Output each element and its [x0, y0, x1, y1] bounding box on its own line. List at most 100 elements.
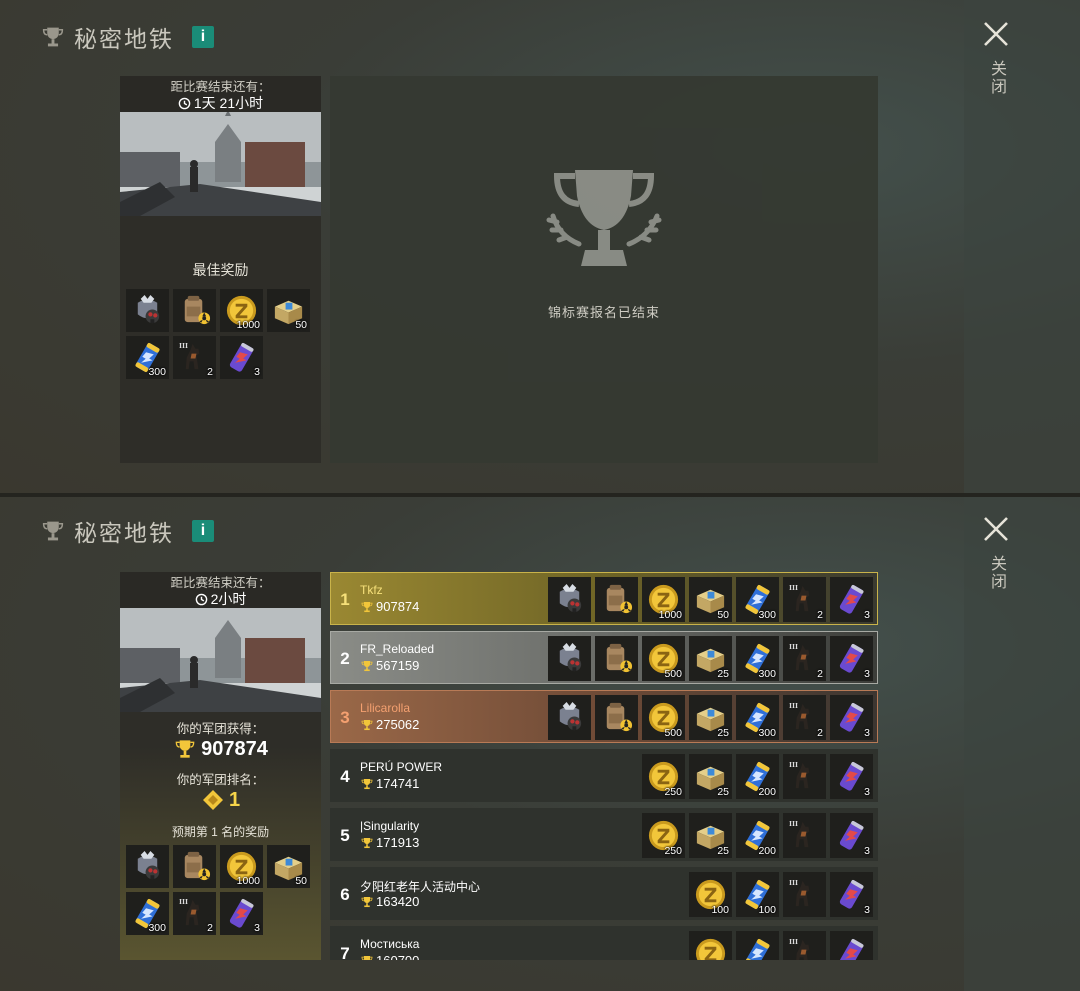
reward-slot[interactable]: 300 — [736, 695, 779, 740]
leaderboard-row[interactable]: 5 |Singularity 171913 250 25 200 3 — [330, 808, 878, 861]
info-button[interactable]: i — [192, 26, 214, 48]
reward-slot[interactable] — [783, 872, 826, 917]
reward-slot[interactable]: 25 — [689, 695, 732, 740]
close-button-label[interactable]: 关闭 — [984, 60, 1008, 96]
reward-slot[interactable]: 300 — [736, 577, 779, 622]
reward-slot[interactable]: 200 — [736, 754, 779, 799]
reward-quantity: 3 — [864, 727, 870, 739]
reward-slot[interactable]: 250 — [642, 754, 685, 799]
reward-slot[interactable]: 3 — [830, 636, 873, 681]
reward-slot[interactable]: 3 — [830, 813, 873, 858]
reward-quantity: 100 — [711, 904, 729, 916]
reward-slot[interactable] — [173, 289, 216, 332]
reward-slot[interactable] — [548, 577, 591, 622]
leaderboard-row[interactable]: 2 FR_Reloaded 567159 500 25 300 2 3 — [330, 631, 878, 684]
trophy-icon — [360, 954, 374, 961]
reward-slot[interactable] — [595, 636, 638, 681]
row-rewards: 250 25 200 3 — [642, 754, 873, 799]
leaderboard-row[interactable]: 3 Lilicarolla 275062 500 25 300 2 3 — [330, 690, 878, 743]
gasmask-armor-icon — [552, 700, 587, 735]
reward-quantity: 3 — [254, 366, 260, 378]
event-info-card: 距比赛结束还有： 1天 21小时 最佳奖励 1000 50 300 2 3 — [120, 76, 321, 463]
reward-quantity: 50 — [295, 319, 307, 331]
leaderboard-row[interactable]: 4 PERÚ POWER 174741 250 25 200 3 — [330, 749, 878, 802]
reward-slot[interactable] — [548, 695, 591, 740]
gasmask-armor-icon — [552, 641, 587, 676]
reward-slot[interactable]: 500 — [642, 636, 685, 681]
reward-quantity: 500 — [664, 727, 682, 739]
reward-slot[interactable]: 3 — [830, 695, 873, 740]
tournament-panel-leaderboard: 秘密地铁 i 关闭 距比赛结束还有： 2小时 你的军团获得： 907874 你的… — [0, 497, 1080, 991]
row-rewards: 100 100 3 — [689, 872, 873, 917]
rank-number: 4 — [340, 767, 350, 786]
legion-name: Lilicarolla — [360, 701, 411, 715]
reward-slot[interactable]: 300 — [126, 336, 169, 379]
rank-number: 5 — [340, 826, 350, 845]
reward-slot[interactable]: 25 — [689, 813, 732, 858]
page-title: 秘密地铁 — [74, 26, 174, 52]
legion-score: 275062 — [360, 717, 419, 732]
reward-slot[interactable] — [783, 813, 826, 858]
reward-slot[interactable]: 2 — [783, 695, 826, 740]
reward-quantity: 25 — [717, 845, 729, 857]
reward-slot[interactable]: 2 — [783, 636, 826, 681]
reward-slot[interactable] — [689, 931, 732, 960]
reward-slot[interactable]: 3 — [830, 577, 873, 622]
reward-slot[interactable]: 3 — [830, 872, 873, 917]
trophy-icon — [360, 777, 374, 791]
reward-quantity: 250 — [664, 786, 682, 798]
row-rewards: 500 25 300 2 3 — [548, 695, 873, 740]
reward-slot[interactable]: 25 — [689, 636, 732, 681]
reward-quantity: 100 — [758, 904, 776, 916]
rank-number: 7 — [340, 944, 350, 960]
leaderboard-row[interactable]: 1 Tkfz 907874 1000 50 300 2 3 — [330, 572, 878, 625]
hazard-backpack-icon — [177, 293, 212, 328]
reward-slot[interactable]: 50 — [267, 289, 310, 332]
reward-slot[interactable] — [126, 289, 169, 332]
reward-quantity: 200 — [758, 786, 776, 798]
reward-slot[interactable] — [783, 931, 826, 960]
legion-name: FR_Reloaded — [360, 642, 435, 656]
reward-slot[interactable] — [736, 931, 779, 960]
score-value: 160700 — [376, 953, 419, 960]
reward-slot[interactable] — [595, 695, 638, 740]
tournament-panel-registration-ended: 秘密地铁 i 关闭 距比赛结束还有： 1天 21小时 最佳奖励 1000 50 30… — [0, 0, 1080, 493]
reward-slot[interactable]: 100 — [689, 872, 732, 917]
reward-quantity: 250 — [664, 845, 682, 857]
reward-slot[interactable]: 50 — [689, 577, 732, 622]
leaderboard-row[interactable]: 6 夕阳红老年人活动中心 163420 100 100 3 — [330, 867, 878, 920]
reward-slot[interactable]: 1000 — [642, 577, 685, 622]
reward-slot[interactable]: 3 — [830, 754, 873, 799]
reward-slot[interactable]: 2 — [173, 336, 216, 379]
dog-companion-icon — [787, 759, 822, 794]
row-rewards — [689, 931, 873, 960]
dog-companion-icon — [787, 877, 822, 912]
reward-slot[interactable] — [548, 636, 591, 681]
gasmask-armor-icon — [130, 293, 165, 328]
reward-quantity: 50 — [717, 609, 729, 621]
reward-slot[interactable]: 2 — [783, 577, 826, 622]
legion-name: |Singularity — [360, 819, 420, 833]
reward-quantity: 2 — [817, 668, 823, 680]
hazard-backpack-icon — [599, 641, 634, 676]
reward-quantity: 3 — [864, 786, 870, 798]
reward-quantity: 2 — [817, 727, 823, 739]
reward-slot[interactable]: 1000 — [220, 289, 263, 332]
legion-name: PERÚ POWER — [360, 760, 443, 774]
row-rewards: 500 25 300 2 3 — [548, 636, 873, 681]
reward-slot[interactable]: 250 — [642, 813, 685, 858]
reward-slot[interactable]: 200 — [736, 813, 779, 858]
reward-slot[interactable]: 300 — [736, 636, 779, 681]
reward-quantity: 25 — [717, 668, 729, 680]
reward-slot[interactable]: 25 — [689, 754, 732, 799]
reward-quantity: 3 — [864, 904, 870, 916]
leaderboard-row[interactable]: 7 Мостиська 160700 — [330, 926, 878, 960]
close-icon[interactable] — [982, 20, 1010, 48]
reward-slot[interactable] — [595, 577, 638, 622]
reward-slot[interactable] — [783, 754, 826, 799]
reward-slot[interactable]: 3 — [220, 336, 263, 379]
reward-slot[interactable]: 500 — [642, 695, 685, 740]
reward-slot[interactable]: 100 — [736, 872, 779, 917]
hazard-backpack-icon — [599, 700, 634, 735]
reward-slot[interactable] — [830, 931, 873, 960]
